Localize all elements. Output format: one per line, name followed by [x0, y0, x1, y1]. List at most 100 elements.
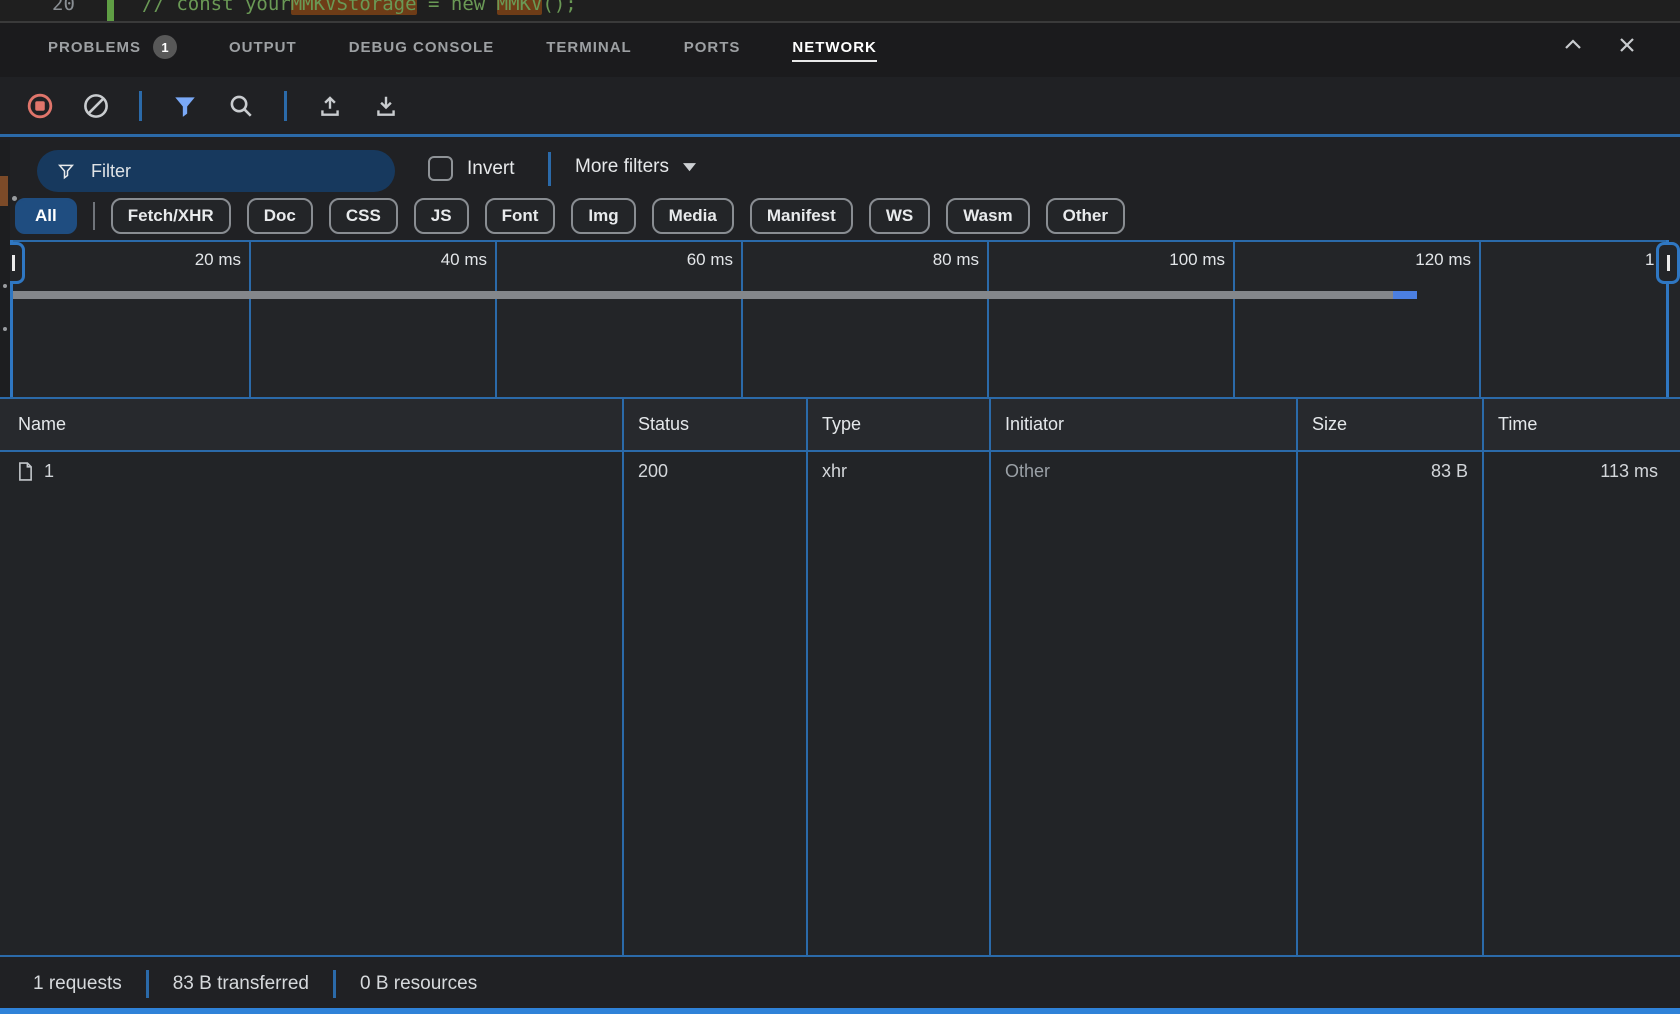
- type-filter-all[interactable]: All: [15, 198, 77, 234]
- code-comment-suffix: ();: [542, 0, 576, 15]
- type-filter-other[interactable]: Other: [1046, 198, 1125, 234]
- timeline-tick-label: 100 ms: [1095, 250, 1225, 270]
- type-filter-js[interactable]: JS: [414, 198, 469, 234]
- tab-ports[interactable]: PORTS: [684, 39, 741, 62]
- type-filter-manifest[interactable]: Manifest: [750, 198, 853, 234]
- tab-problems[interactable]: PROBLEMS 1: [48, 35, 177, 65]
- summary-resources: 0 B resources: [360, 973, 477, 995]
- type-filter-ws[interactable]: WS: [869, 198, 930, 234]
- timeline-overview[interactable]: 20 ms 40 ms 60 ms 80 ms 100 ms 120 ms 1: [0, 240, 1680, 397]
- vscode-network-panel: 20// const yourMMKVStorage = new MMKV();…: [0, 0, 1680, 1014]
- type-filter-wasm[interactable]: Wasm: [946, 198, 1029, 234]
- filter-input-pill[interactable]: [37, 150, 395, 192]
- code-highlight-2: MMKV: [497, 0, 543, 15]
- maximize-panel-button[interactable]: [1560, 32, 1586, 58]
- funnel-icon: [57, 162, 75, 180]
- empty-cell: [0, 490, 622, 957]
- filter-input[interactable]: [89, 160, 363, 183]
- empty-cell: [1482, 490, 1680, 957]
- timeline-gridline: [741, 240, 743, 397]
- panel-tab-bar: PROBLEMS 1 OUTPUT DEBUG CONSOLE TERMINAL…: [0, 23, 1680, 77]
- timeline-tick-label-clipped: 1: [1645, 250, 1654, 270]
- timeline-gridline: [249, 240, 251, 397]
- request-status: 200: [622, 452, 806, 490]
- network-summary-bar: 1 requests 83 B transferred 0 B resource…: [0, 959, 1680, 1008]
- toolbar-divider: [284, 91, 287, 121]
- search-icon: [228, 93, 254, 119]
- line-number: 20: [0, 0, 107, 21]
- summary-requests: 1 requests: [33, 973, 122, 995]
- timeline-gridline: [1233, 240, 1235, 397]
- table-empty-area: [0, 490, 1680, 957]
- invert-checkbox[interactable]: [428, 156, 453, 181]
- overview-request-bar: [1393, 291, 1417, 299]
- timeline-gridline: [987, 240, 989, 397]
- import-har-button[interactable]: [317, 93, 343, 119]
- timeline-tick-label: 60 ms: [603, 250, 733, 270]
- network-toolbar: [0, 77, 1680, 137]
- tab-debug-console[interactable]: DEBUG CONSOLE: [349, 39, 495, 62]
- document-icon: [18, 462, 33, 481]
- close-icon: [1615, 33, 1639, 57]
- table-header-row: Name Status Type Initiator Size Time: [0, 399, 1680, 452]
- handle-grip: [1667, 255, 1670, 271]
- tab-ports-label: PORTS: [684, 39, 741, 56]
- request-row[interactable]: 1 200 xhr Other 83 B 113 ms: [0, 452, 1680, 490]
- caret-down-icon: [683, 163, 696, 172]
- close-panel-button[interactable]: [1614, 32, 1640, 58]
- code-line[interactable]: 20// const yourMMKVStorage = new MMKV();: [0, 0, 577, 21]
- empty-cell: [1296, 490, 1482, 957]
- request-name: 1: [44, 461, 54, 482]
- tab-problems-label: PROBLEMS: [48, 39, 141, 56]
- overview-total-bar: [12, 291, 1393, 299]
- empty-cell: [622, 490, 806, 957]
- column-header-status[interactable]: Status: [622, 399, 806, 450]
- chip-divider: [93, 202, 95, 230]
- column-header-initiator[interactable]: Initiator: [989, 399, 1296, 450]
- filter-funnel-icon: [172, 93, 198, 119]
- timeline-tick-label: 40 ms: [357, 250, 487, 270]
- type-filter-fetch-xhr[interactable]: Fetch/XHR: [111, 198, 231, 234]
- more-filters-label: More filters: [575, 156, 669, 178]
- code-comment-mid: = new: [417, 0, 497, 15]
- left-edge-dot: [12, 196, 17, 201]
- type-filter-doc[interactable]: Doc: [247, 198, 313, 234]
- upload-icon: [317, 93, 343, 119]
- type-filter-media[interactable]: Media: [652, 198, 734, 234]
- tab-output[interactable]: OUTPUT: [229, 39, 297, 62]
- search-network-button[interactable]: [228, 93, 254, 119]
- type-filter-img[interactable]: Img: [571, 198, 635, 234]
- network-filter-row: Invert More filters: [0, 140, 1680, 196]
- clear-network-log-button[interactable]: [83, 93, 109, 119]
- export-har-button[interactable]: [373, 93, 399, 119]
- requests-table: Name Status Type Initiator Size Time 1 2…: [0, 397, 1680, 957]
- timeline-tick-label: 20 ms: [111, 250, 241, 270]
- overview-top-border: [10, 240, 1668, 242]
- type-filter-css[interactable]: CSS: [329, 198, 398, 234]
- toolbar-divider: [139, 91, 142, 121]
- empty-cell: [989, 490, 1296, 957]
- record-network-log-button[interactable]: [27, 93, 53, 119]
- summary-transferred: 83 B transferred: [173, 973, 309, 995]
- invert-label: Invert: [467, 158, 515, 180]
- left-edge-dot: [3, 327, 7, 331]
- filter-toggle-button[interactable]: [172, 93, 198, 119]
- tab-output-label: OUTPUT: [229, 39, 297, 56]
- overview-right-handle[interactable]: [1656, 242, 1680, 284]
- column-header-time[interactable]: Time: [1482, 399, 1680, 450]
- timeline-tick-label: 120 ms: [1341, 250, 1471, 270]
- filter-row-divider: [548, 152, 551, 186]
- tab-network[interactable]: NETWORK: [792, 39, 877, 62]
- column-header-name[interactable]: Name: [0, 399, 622, 450]
- column-header-type[interactable]: Type: [806, 399, 989, 450]
- timeline-gridline: [1479, 240, 1481, 397]
- invert-filter: Invert: [428, 156, 515, 181]
- more-filters-button[interactable]: More filters: [575, 156, 696, 178]
- problems-count-badge: 1: [153, 35, 177, 59]
- column-header-size[interactable]: Size: [1296, 399, 1482, 450]
- code-highlight-1: MMKVStorage: [291, 0, 417, 15]
- tab-terminal[interactable]: TERMINAL: [546, 39, 632, 62]
- timeline-tick-label: 80 ms: [849, 250, 979, 270]
- handle-grip: [12, 255, 15, 271]
- type-filter-font[interactable]: Font: [485, 198, 556, 234]
